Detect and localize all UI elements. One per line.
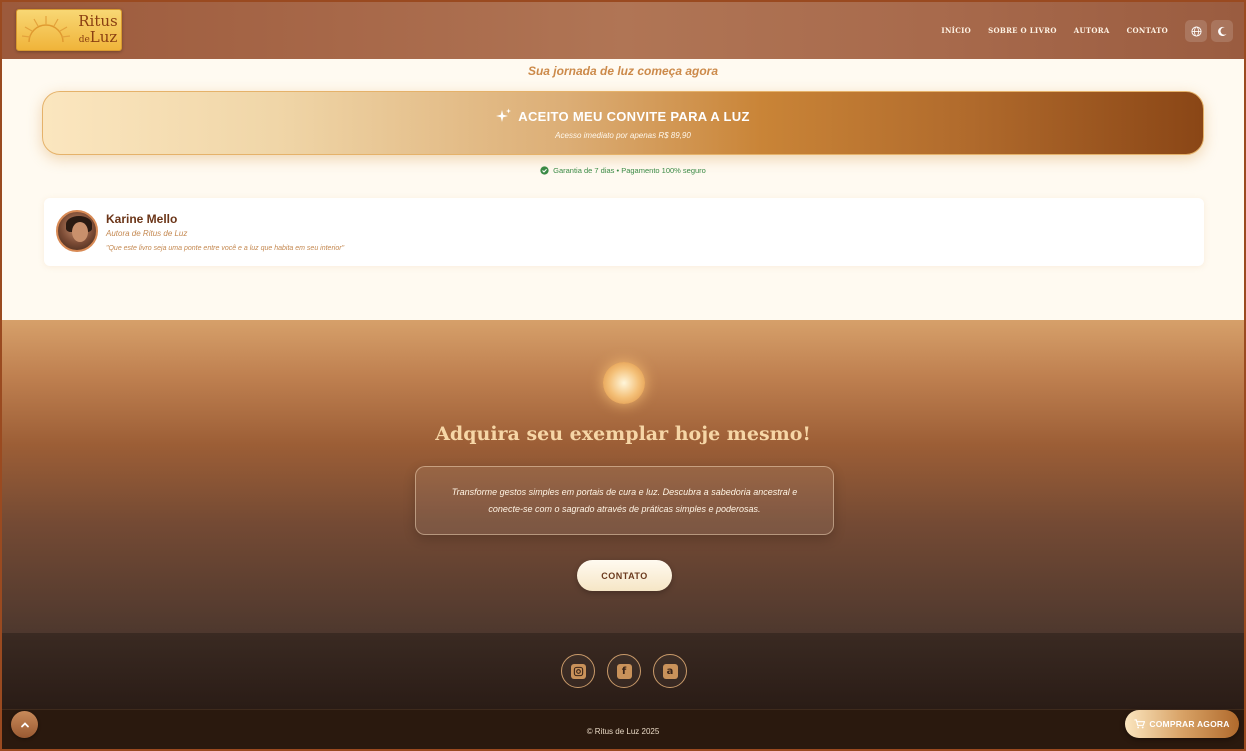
globe-icon bbox=[1190, 25, 1202, 37]
buy-description: Transforme gestos simples em portais de … bbox=[415, 466, 834, 535]
theme-toggle-button[interactable] bbox=[1211, 20, 1233, 42]
moon-icon bbox=[1217, 26, 1227, 36]
sparkles-icon bbox=[496, 108, 512, 122]
glowing-orb-icon bbox=[603, 362, 645, 404]
avatar bbox=[56, 210, 98, 252]
hero-tagline: Sua jornada de luz começa agora bbox=[527, 64, 719, 78]
amazon-icon: a bbox=[662, 663, 678, 679]
cart-icon bbox=[1134, 719, 1146, 729]
author-card: Karine Mello Autora de Ritus de Luz "Que… bbox=[44, 198, 1204, 266]
footer: f a bbox=[2, 633, 1244, 709]
facebook-link[interactable]: f bbox=[607, 654, 641, 688]
buy-section: Adquira seu exemplar hoje mesmo! Transfo… bbox=[2, 320, 1244, 633]
nav-item-autora[interactable]: AUTORA bbox=[1074, 26, 1110, 35]
logo[interactable]: Ritus deLuz bbox=[16, 9, 122, 51]
main-nav: INÍCIO SOBRE O LIVRO AUTORA CONTATO bbox=[941, 26, 1168, 35]
author-name: Karine Mello bbox=[106, 212, 178, 226]
facebook-icon: f bbox=[616, 663, 632, 679]
buy-title: Adquira seu exemplar hoje mesmo! bbox=[435, 423, 811, 445]
nav-item-sobre-o-livro[interactable]: SOBRE O LIVRO bbox=[988, 26, 1057, 35]
author-role: Autora de Ritus de Luz bbox=[106, 229, 188, 238]
instagram-icon bbox=[570, 663, 586, 679]
contact-button[interactable]: CONTATO bbox=[577, 560, 672, 591]
hero-section: Sua jornada de luz começa agora ACEITO M… bbox=[2, 59, 1244, 320]
chevron-up-icon bbox=[20, 721, 29, 727]
page-frame: Ritus deLuz INÍCIO SOBRE O LIVRO AUTORA … bbox=[0, 0, 1246, 751]
author-quote: "Que este livro seja uma ponte entre voc… bbox=[106, 245, 345, 252]
bottom-bar: © Ritus de Luz 2025 bbox=[2, 709, 1244, 749]
instagram-link[interactable] bbox=[561, 654, 595, 688]
shield-check-icon bbox=[540, 166, 549, 175]
copyright: © Ritus de Luz 2025 bbox=[586, 727, 660, 736]
guarantee-note: Garantia de 7 dias • Pagamento 100% segu… bbox=[2, 166, 1244, 175]
buy-now-label: COMPRAR AGORA bbox=[1149, 719, 1230, 729]
sun-logo-icon bbox=[21, 16, 71, 43]
cta-price-note: Acesso imediato por apenas R$ 89,90 bbox=[555, 131, 691, 140]
cta-label: ACEITO MEU CONVITE PARA A LUZ bbox=[518, 109, 750, 124]
language-button[interactable] bbox=[1185, 20, 1207, 42]
nav-item-contato[interactable]: CONTATO bbox=[1127, 26, 1168, 35]
nav-item-inicio[interactable]: INÍCIO bbox=[941, 26, 971, 35]
amazon-link[interactable]: a bbox=[653, 654, 687, 688]
scroll-to-top-button[interactable] bbox=[11, 711, 38, 738]
buy-now-button[interactable]: COMPRAR AGORA bbox=[1125, 710, 1239, 738]
site-header: Ritus deLuz INÍCIO SOBRE O LIVRO AUTORA … bbox=[2, 2, 1244, 59]
logo-wordmark: Ritus deLuz bbox=[78, 12, 118, 46]
accept-invite-button[interactable]: ACEITO MEU CONVITE PARA A LUZ Acesso ime… bbox=[42, 91, 1204, 155]
